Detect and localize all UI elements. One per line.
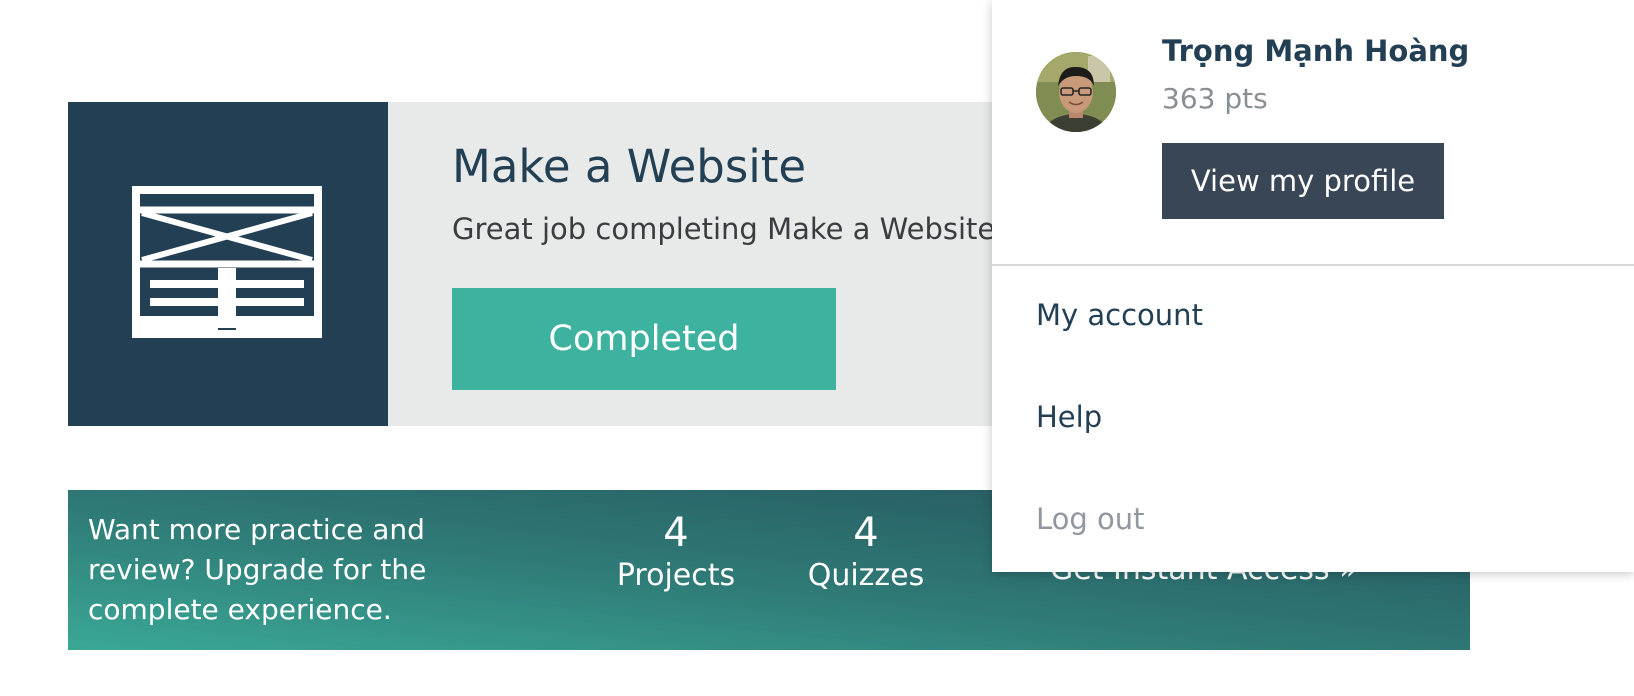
menu-item-my-account[interactable]: My account	[1036, 298, 1203, 332]
stat-projects-count: 4	[663, 510, 689, 556]
user-photo-icon	[1036, 52, 1116, 132]
completed-button[interactable]: Completed	[452, 288, 836, 390]
menu-item-help[interactable]: Help	[1036, 400, 1102, 434]
stat-quizzes: 4 Quizzes	[776, 510, 956, 596]
view-profile-button[interactable]: View my profile	[1162, 143, 1444, 219]
course-thumbnail	[68, 102, 388, 426]
stat-projects-label: Projects	[616, 558, 736, 593]
avatar[interactable]	[1036, 52, 1116, 132]
website-layout-icon	[132, 186, 322, 338]
upgrade-text: Want more practice and review? Upgrade f…	[88, 513, 427, 626]
dropdown-divider	[992, 264, 1634, 266]
profile-dropdown-menu: Trọng Mạnh Hoàng 363 pts View my profile…	[992, 0, 1634, 572]
course-title: Make a Website	[452, 140, 807, 193]
stat-quizzes-count: 4	[853, 510, 879, 556]
user-name: Trọng Mạnh Hoàng	[1162, 34, 1470, 68]
stat-projects: 4 Projects	[586, 510, 766, 596]
user-points: 363 pts	[1162, 82, 1268, 115]
course-description: Great job completing Make a Website!	[452, 212, 1007, 246]
menu-item-log-out[interactable]: Log out	[1036, 502, 1145, 536]
stat-quizzes-label: Quizzes	[807, 558, 925, 593]
